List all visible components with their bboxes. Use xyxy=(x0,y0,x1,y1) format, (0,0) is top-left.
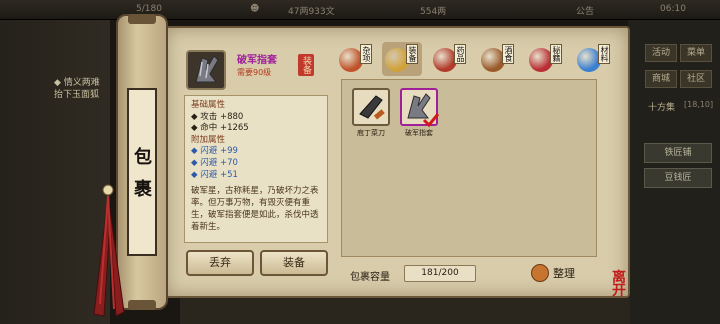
dodge-stat-2: ◆ 闪避 +70 xyxy=(191,157,238,168)
dodge-stat-3: ◆ 闪避 +51 xyxy=(191,169,238,180)
quest-title: ◆ 情义两难 xyxy=(54,78,100,88)
equip-stamp: 装备 xyxy=(298,54,314,76)
tab-equipment-label: 装备 xyxy=(406,44,418,64)
tab-food-label: 酒食 xyxy=(502,44,514,64)
capacity-label: 包裹容量 xyxy=(350,272,390,283)
community-button[interactable]: 社区 xyxy=(680,70,712,88)
blacksmith-button[interactable]: 铁匠铺 xyxy=(644,143,712,163)
tab-materials-label: 材料 xyxy=(598,44,610,64)
bottom-hud xyxy=(180,298,630,324)
tab-manuals[interactable]: 秘籍 xyxy=(526,42,566,76)
location-name: 十方集 xyxy=(648,103,676,113)
inventory-label-gauntlet: 破军指套 xyxy=(405,129,433,137)
base-attr-header: 基础属性 xyxy=(191,100,226,110)
extra-attr-header: 附加属性 xyxy=(191,134,226,145)
close-seal-button[interactable]: 离开 xyxy=(612,271,636,300)
red-tassel-ornament xyxy=(93,184,125,317)
inventory-counter: 5/180 xyxy=(136,4,162,14)
inventory-slot-knife[interactable] xyxy=(352,88,390,126)
gauntlet-icon xyxy=(195,55,219,83)
activity-button[interactable]: 活动 xyxy=(645,44,677,62)
attack-stat: ◆ 攻击 +880 xyxy=(191,111,244,122)
shop-button[interactable]: 商城 xyxy=(645,70,677,88)
item-level-requirement: 需要90级 xyxy=(237,68,272,77)
tab-medicine[interactable]: 药品 xyxy=(430,42,470,76)
player-icon: ☻ xyxy=(250,4,260,14)
inventory-slot-gauntlet[interactable] xyxy=(400,88,440,128)
tab-food[interactable]: 酒食 xyxy=(478,42,518,76)
money-amount: 47两933文 xyxy=(288,7,335,17)
tab-misc-label: 杂项 xyxy=(360,44,372,64)
silver-amount: 554两 xyxy=(420,7,447,17)
equip-button[interactable]: 装备 xyxy=(260,250,328,276)
quest-step: 抬下玉面狐 xyxy=(54,90,100,100)
capacity-value: 181/200 xyxy=(404,265,476,282)
selected-item-icon[interactable] xyxy=(186,50,226,90)
discard-button[interactable]: 丢弃 xyxy=(186,250,254,276)
sort-label: 整理 xyxy=(553,267,575,280)
tab-equipment[interactable]: 装备 xyxy=(382,42,422,76)
location-coords: [18,10] xyxy=(684,100,714,109)
notice-button[interactable]: 公告 xyxy=(576,4,594,17)
panel-title: 包裹 xyxy=(127,88,157,256)
item-description: 破军星，古称耗星，乃破坏力之表率。但万事万物，有毁灭便有重生，破军指套便是如此，… xyxy=(191,186,319,233)
clock-readout: 06:10 xyxy=(660,4,686,14)
accuracy-stat: ◆ 命中 +1265 xyxy=(191,123,249,134)
check-mark-icon xyxy=(422,113,440,128)
tab-materials[interactable]: 材料 xyxy=(574,42,614,76)
scroll-knob-bottom xyxy=(128,300,156,310)
menu-button[interactable]: 菜单 xyxy=(680,44,712,62)
sort-button[interactable]: 整理 xyxy=(531,262,581,284)
inventory-label-knife: 庖丁菜刀 xyxy=(357,129,385,137)
item-name: 破军指套 xyxy=(237,55,277,66)
scroll-knob-top xyxy=(128,14,156,24)
kitchen-knife-icon xyxy=(359,95,385,120)
bag-icon xyxy=(531,264,549,282)
coinsmith-button[interactable]: 豆钱匠 xyxy=(644,168,712,188)
tab-medicine-label: 药品 xyxy=(454,44,466,64)
tab-misc[interactable]: 杂项 xyxy=(336,42,376,76)
category-tabs: 杂项 装备 药品 酒食 秘籍 材料 xyxy=(336,42,616,76)
tab-manuals-label: 秘籍 xyxy=(550,44,562,64)
item-attributes: 基础属性 ◆ 攻击 +880 ◆ 命中 +1265 附加属性 ◆ 闪避 +99 … xyxy=(184,95,328,243)
dodge-stat-1: ◆ 闪避 +99 xyxy=(191,146,238,157)
quest-tracker[interactable]: ◆ 情义两难 抬下玉面狐 xyxy=(54,77,100,101)
top-status-bar: 5/180 ☻ 47两933文 554两 公告 06:10 xyxy=(0,0,720,20)
inventory-grid: 庖丁菜刀 破军指套 xyxy=(341,79,597,257)
